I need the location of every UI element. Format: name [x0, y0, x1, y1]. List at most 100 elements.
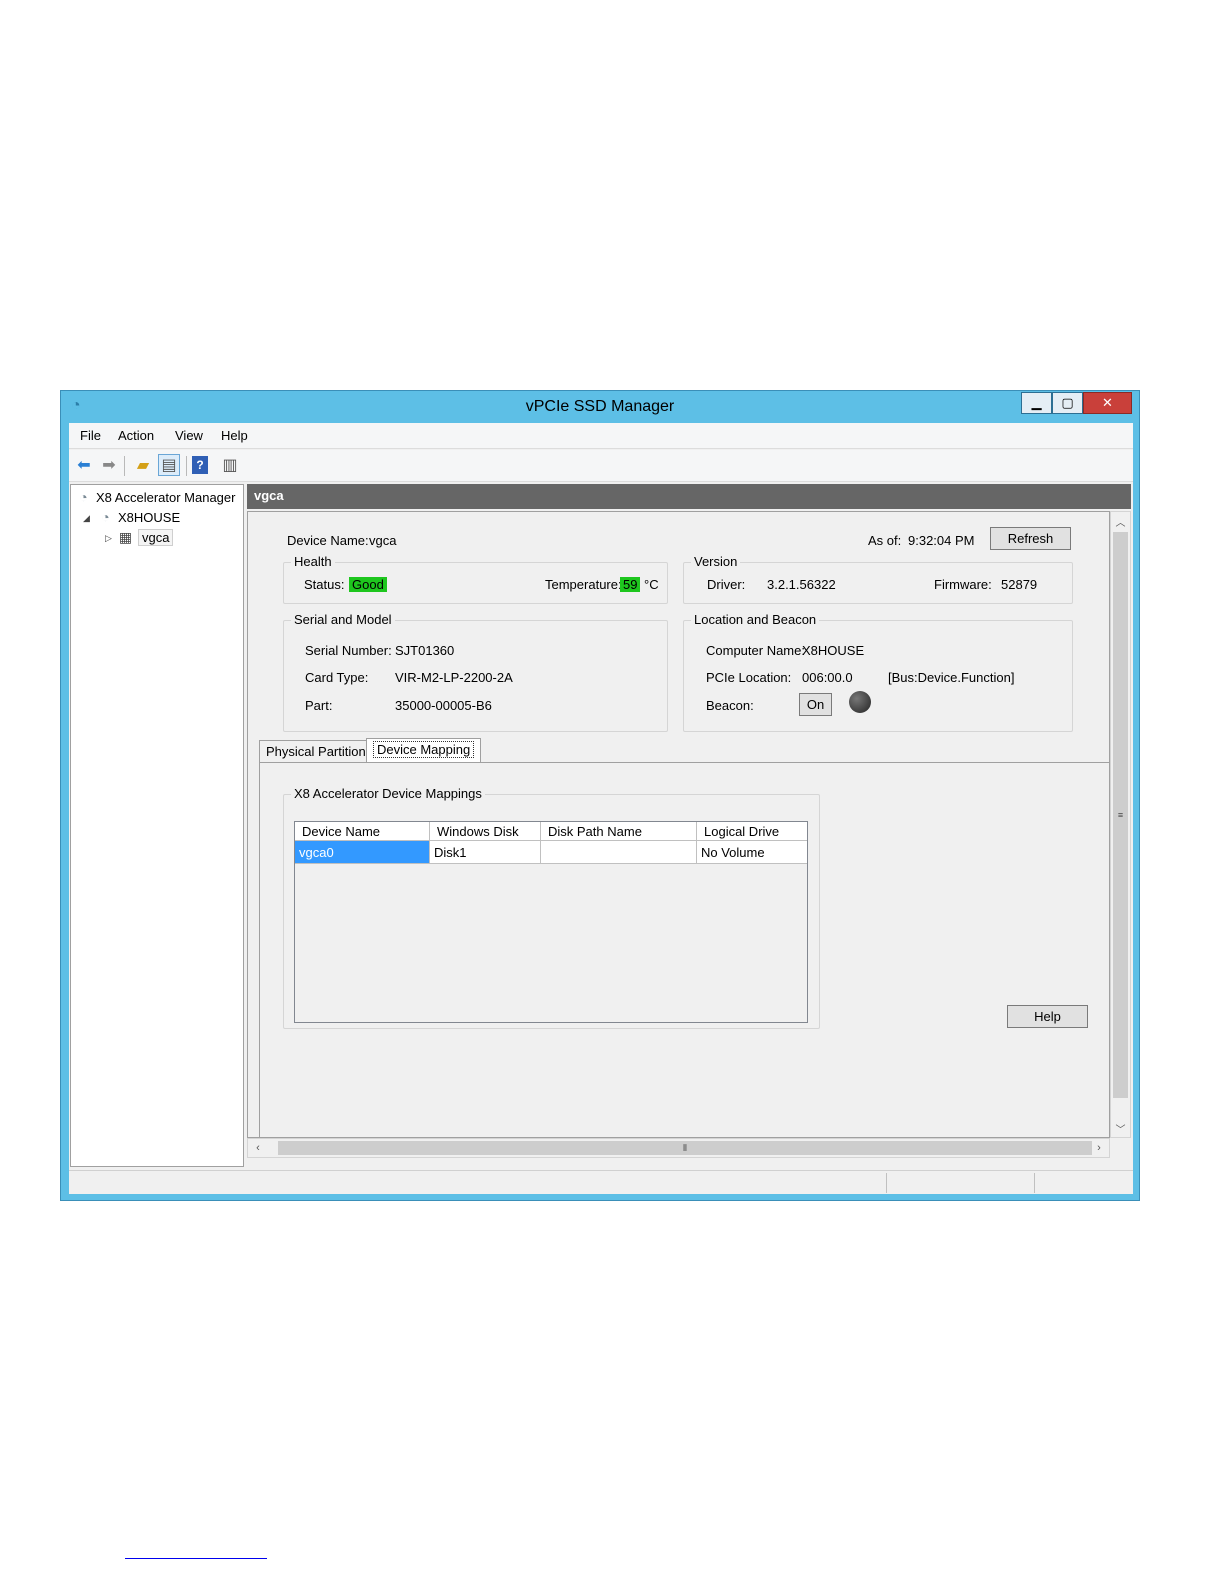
tab-device-mapping[interactable]: Device Mapping: [366, 738, 482, 763]
table-cell[interactable]: [541, 841, 697, 863]
help-icon[interactable]: ?: [192, 456, 208, 474]
firmware-value: 52879: [1001, 577, 1038, 592]
table-cell[interactable]: vgca0: [295, 841, 430, 863]
ssd-card-icon: ▦: [118, 528, 133, 545]
minimize-button[interactable]: ▁: [1021, 392, 1052, 414]
expanded-arrow-icon[interactable]: ◢: [83, 513, 90, 524]
column-header[interactable]: Disk Path Name: [541, 822, 697, 841]
tree-item-device[interactable]: ▦ vgca: [117, 527, 174, 547]
tree-root-label: X8 Accelerator Manager: [96, 489, 236, 505]
part-value: 35000-00005-B6: [395, 698, 492, 713]
tree-item-root[interactable]: ◔ X8 Accelerator Manager: [75, 487, 235, 507]
toolbar-separator: [124, 456, 125, 476]
temperature-value: 59: [620, 577, 641, 592]
mappings-table[interactable]: Device Name Windows Disk Disk Path Name …: [294, 821, 808, 1023]
refresh-button[interactable]: Refresh: [990, 527, 1071, 550]
beacon-indicator-icon: [849, 691, 871, 713]
column-header[interactable]: Logical Drive: [697, 822, 808, 841]
table-row[interactable]: vgca0 Disk1 No Volume: [295, 841, 807, 864]
computer-name-value: X8HOUSE: [802, 643, 865, 658]
menu-bar: File Action View Help: [69, 423, 1133, 449]
serial-model-group: Serial and Model Serial Number: SJT01360…: [283, 612, 668, 732]
mappings-title: X8 Accelerator Device Mappings: [291, 786, 485, 801]
firmware-label: Firmware:: [934, 577, 992, 592]
maximize-button[interactable]: ▢: [1052, 392, 1083, 414]
horizontal-scrollbar[interactable]: ‹ ⦀ ›: [247, 1138, 1110, 1158]
menu-help[interactable]: Help: [221, 428, 248, 443]
collapsed-arrow-icon[interactable]: ▷: [105, 533, 112, 544]
serial-number-value: SJT01360: [395, 643, 455, 658]
driver-value: 3.2.1.56322: [767, 577, 836, 592]
status-bar: [69, 1170, 1133, 1194]
card-type-value: VIR-M2-LP-2200-2A: [395, 670, 513, 685]
serial-number-label: Serial Number:: [305, 643, 392, 658]
device-details: Device Name: vgca As of: 9:32:04 PM Refr…: [247, 511, 1110, 1138]
beacon-on-button[interactable]: On: [799, 693, 832, 716]
part-label: Part:: [305, 698, 333, 713]
version-group: Version Driver: 3.2.1.56322 Firmware: 52…: [683, 554, 1073, 604]
mappings-group: X8 Accelerator Device Mappings Device Na…: [283, 786, 820, 1029]
health-group: Health Status: Good Temperature: 59 °C: [283, 554, 668, 604]
column-header[interactable]: Device Name: [295, 822, 430, 841]
version-title: Version: [691, 554, 741, 569]
location-beacon-title: Location and Beacon: [691, 612, 820, 627]
forward-arrow-icon[interactable]: ➡: [98, 454, 120, 476]
horizontal-scroll-thumb[interactable]: ⦀: [278, 1141, 1092, 1155]
device-name-label: Device Name:: [287, 533, 369, 548]
table-header: Device Name Windows Disk Disk Path Name …: [295, 822, 807, 841]
title-bar[interactable]: ◔ vPCIe SSD Manager ▁ ▢ ✕: [61, 391, 1139, 423]
tree-item-host[interactable]: ◔ X8HOUSE: [97, 507, 180, 527]
pcie-location-hint: [Bus:Device.Function]: [888, 670, 1015, 685]
column-header[interactable]: Windows Disk: [430, 822, 541, 841]
pane-header: vgca: [247, 484, 1131, 509]
temperature-label: Temperature:: [545, 577, 622, 592]
toolbar: ⬅ ➡ ▰ ▤ ? ▥: [69, 450, 1133, 482]
card-type-label: Card Type:: [305, 670, 369, 685]
client-area: File Action View Help ⬅ ➡ ▰ ▤ ? ▥ ◔ X8 A…: [69, 423, 1133, 1194]
vertical-scrollbar[interactable]: ︿ ≡ ﹀: [1110, 511, 1131, 1138]
temperature-unit: °C: [644, 577, 659, 592]
host-icon: ◔: [101, 509, 110, 525]
menu-action[interactable]: Action: [118, 428, 154, 443]
scroll-right-icon[interactable]: ›: [1089, 1139, 1109, 1157]
show-hide-tree-icon[interactable]: ▤: [158, 454, 180, 476]
computer-name-label: Computer Name:: [706, 643, 805, 658]
table-cell[interactable]: Disk1: [430, 841, 541, 863]
app-window: ◔ vPCIe SSD Manager ▁ ▢ ✕ File Action Vi…: [60, 390, 1140, 1201]
action-pane-icon[interactable]: ▥: [219, 454, 241, 476]
serial-model-title: Serial and Model: [291, 612, 395, 627]
footer-link-underline[interactable]: [125, 1558, 267, 1559]
scroll-left-icon[interactable]: ‹: [248, 1139, 268, 1157]
status-badge: Good: [349, 577, 387, 592]
health-title: Health: [291, 554, 335, 569]
pcie-location-label: PCIe Location:: [706, 670, 792, 685]
tab-physical-partitions[interactable]: Physical Partitions: [259, 740, 380, 762]
driver-label: Driver:: [707, 577, 746, 592]
menu-view[interactable]: View: [175, 428, 203, 443]
status-separator: [1034, 1173, 1035, 1193]
menu-file[interactable]: File: [80, 428, 101, 443]
table-cell[interactable]: No Volume: [697, 841, 808, 863]
toolbar-separator: [186, 456, 187, 476]
window-controls: ▁ ▢ ✕: [1021, 392, 1132, 414]
tab-device-mapping-label: Device Mapping: [373, 741, 475, 758]
asof-value: 9:32:04 PM: [908, 533, 975, 548]
back-arrow-icon[interactable]: ⬅: [73, 454, 95, 476]
manager-icon: ◔: [79, 489, 88, 505]
scroll-down-icon[interactable]: ﹀: [1111, 1119, 1130, 1137]
vertical-scroll-thumb[interactable]: ≡: [1113, 532, 1128, 1098]
navigation-tree: ◔ X8 Accelerator Manager ◢ ◔ X8HOUSE ▷ ▦…: [70, 484, 244, 1167]
status-label: Status:: [304, 577, 345, 592]
tree-host-label: X8HOUSE: [118, 509, 181, 525]
status-separator: [886, 1173, 887, 1193]
scroll-up-icon[interactable]: ︿: [1111, 512, 1130, 530]
device-mapping-page: X8 Accelerator Device Mappings Device Na…: [259, 763, 1110, 1137]
help-button[interactable]: Help: [1007, 1005, 1088, 1028]
details-pane: vgca Device Name: vgca As of: 9:32:04 PM…: [247, 484, 1131, 1167]
pcie-location-value: 006:00.0: [802, 670, 853, 685]
close-button[interactable]: ✕: [1083, 392, 1132, 414]
asof-label: As of:: [868, 533, 902, 548]
up-folder-icon[interactable]: ▰: [132, 454, 154, 476]
window-title: vPCIe SSD Manager: [525, 398, 675, 415]
tree-device-label: vgca: [138, 528, 174, 546]
